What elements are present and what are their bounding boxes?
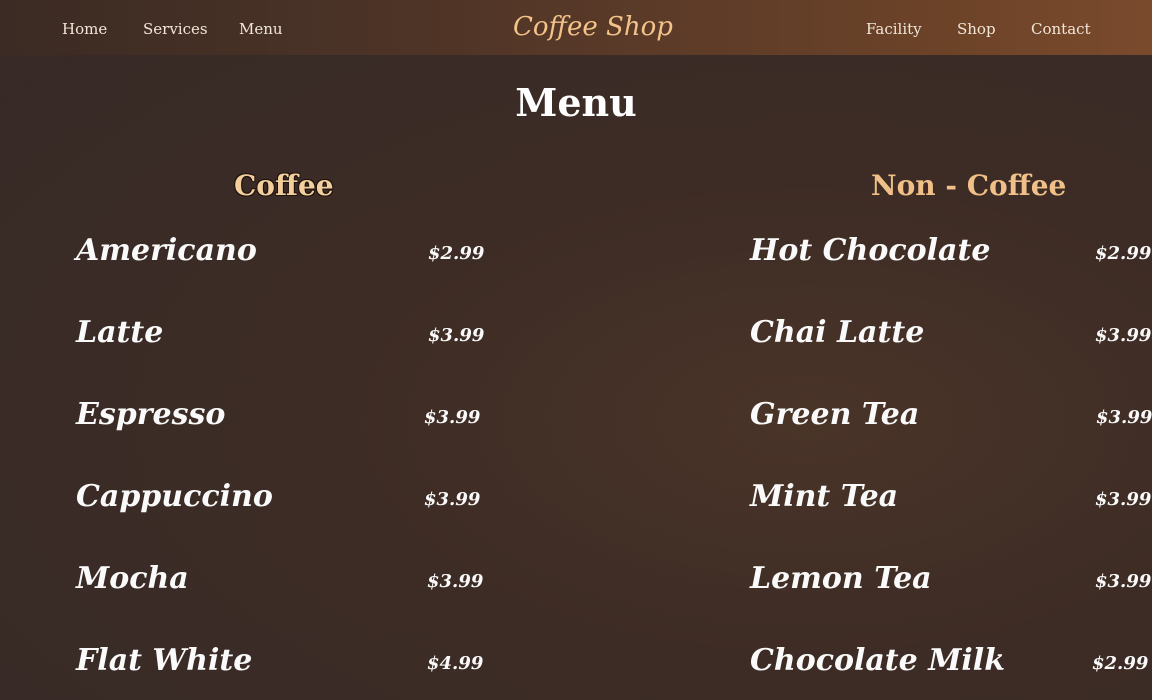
item-price: $4.99 [427, 653, 484, 674]
item-price: $2.99 [428, 243, 485, 264]
item-price: $2.99 [1095, 243, 1152, 264]
nav-contact-link[interactable]: Contact [1031, 20, 1091, 38]
item-name: Chai Latte [750, 315, 925, 350]
item-price: $3.99 [1095, 489, 1152, 510]
nav-facility-link[interactable]: Facility [866, 20, 922, 38]
nav-home-link[interactable]: Home [62, 20, 107, 38]
page-title: Menu [515, 80, 637, 125]
nav-shop-link[interactable]: Shop [957, 20, 996, 38]
nav-services-link[interactable]: Services [143, 20, 208, 38]
item-name: Mocha [76, 561, 189, 596]
navbar: Home Services Menu Coffee Shop Facility … [0, 0, 1152, 55]
item-price: $3.99 [1095, 571, 1152, 592]
item-name: Chocolate Milk [750, 643, 1005, 678]
nav-menu-link[interactable]: Menu [239, 20, 283, 38]
item-name: Flat White [76, 643, 253, 678]
site-logo[interactable]: Coffee Shop [513, 12, 673, 42]
item-name: Latte [76, 315, 164, 350]
item-name: Hot Chocolate [750, 233, 991, 268]
item-price: $3.99 [427, 571, 484, 592]
coffee-section-title: Coffee [234, 169, 334, 202]
item-name: Cappuccino [76, 479, 273, 514]
non-coffee-section-title: Non - Coffee [871, 169, 1067, 202]
item-price: $3.99 [424, 489, 481, 510]
item-name: Americano [76, 233, 257, 268]
item-price: $2.99 [1092, 653, 1149, 674]
item-price: $3.99 [428, 325, 485, 346]
item-name: Lemon Tea [750, 561, 932, 596]
item-name: Espresso [76, 397, 226, 432]
item-name: Mint Tea [750, 479, 899, 514]
item-price: $3.99 [1095, 325, 1152, 346]
item-name: Green Tea [750, 397, 920, 432]
item-price: $3.99 [1096, 407, 1152, 428]
item-price: $3.99 [424, 407, 481, 428]
